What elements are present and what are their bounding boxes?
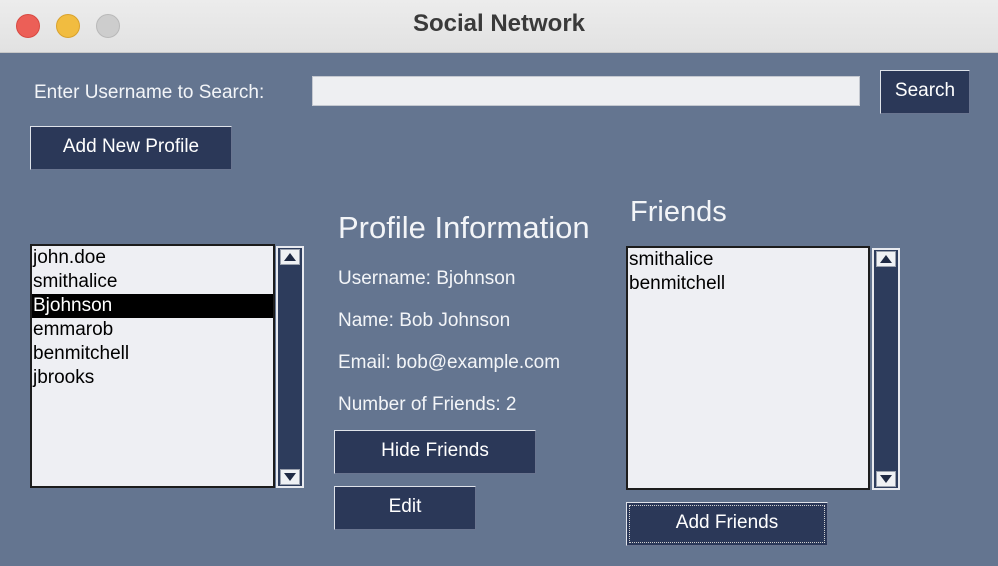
- user-list-item-selected[interactable]: Bjohnson: [32, 294, 273, 318]
- add-friends-button[interactable]: Add Friends: [626, 502, 828, 546]
- friends-scrollbar[interactable]: [872, 248, 900, 490]
- profile-username: Username: Bjohnson: [338, 268, 516, 289]
- profile-heading: Profile Information: [338, 210, 590, 245]
- user-list-item[interactable]: emmarob: [32, 318, 273, 342]
- window-title: Social Network: [412, 10, 586, 37]
- profile-name: Name: Bob Johnson: [338, 310, 511, 331]
- hide-friends-button[interactable]: Hide Friends: [334, 430, 536, 474]
- profile-email: Email: bob@example.com: [338, 352, 561, 373]
- triangle-down-icon[interactable]: [876, 471, 896, 487]
- triangle-up-icon[interactable]: [876, 251, 896, 267]
- friends-heading: Friends: [630, 196, 727, 228]
- friend-list-item[interactable]: smithalice: [628, 248, 868, 272]
- users-scrollbar[interactable]: [276, 246, 304, 488]
- users-list[interactable]: john.doe smithalice Bjohnson emmarob ben…: [30, 244, 275, 488]
- profile-friend-count: Number of Friends: 2: [338, 394, 517, 415]
- search-button[interactable]: Search: [880, 70, 970, 114]
- app-window: Social Network Enter Username to Search:…: [0, 0, 998, 566]
- search-input[interactable]: [312, 76, 860, 106]
- triangle-down-icon[interactable]: [280, 469, 300, 485]
- edit-button[interactable]: Edit: [334, 486, 476, 530]
- user-list-item[interactable]: benmitchell: [32, 342, 273, 366]
- search-label: Enter Username to Search:: [34, 82, 265, 103]
- user-list-item[interactable]: smithalice: [32, 270, 273, 294]
- friend-list-item[interactable]: benmitchell: [628, 272, 868, 296]
- title-bar: Social Network: [0, 0, 998, 53]
- user-list-item[interactable]: john.doe: [32, 246, 273, 270]
- user-list-item[interactable]: jbrooks: [32, 366, 273, 390]
- add-profile-button[interactable]: Add New Profile: [30, 126, 232, 170]
- friends-list[interactable]: smithalice benmitchell: [626, 246, 870, 490]
- triangle-up-icon[interactable]: [280, 249, 300, 265]
